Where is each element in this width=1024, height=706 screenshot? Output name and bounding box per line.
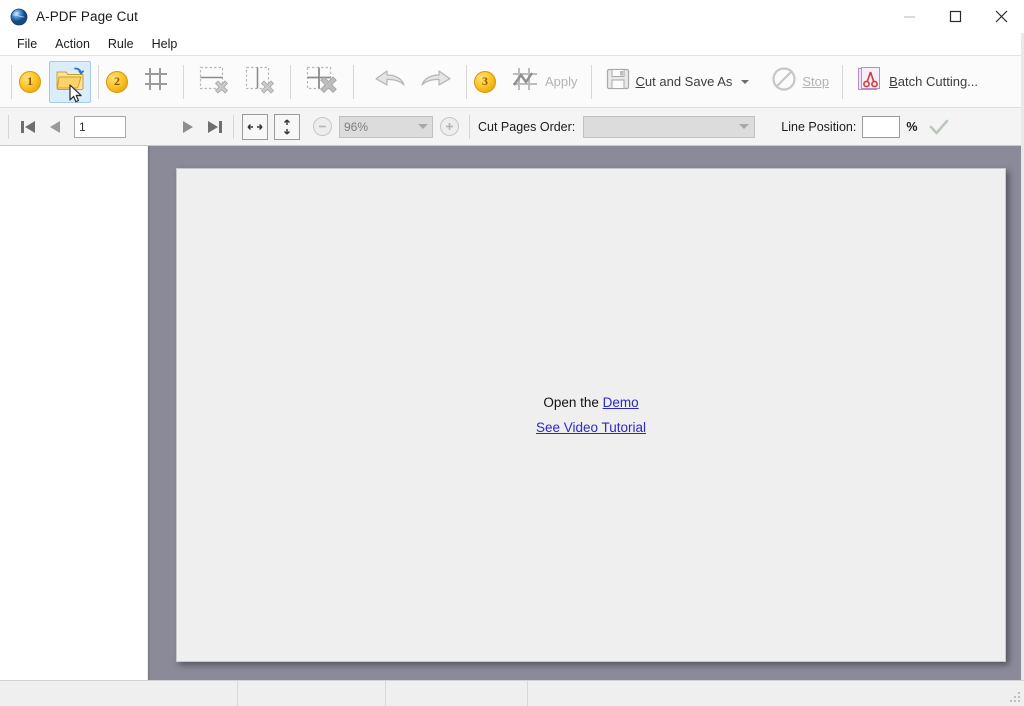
batch-cutting-icon xyxy=(856,65,884,98)
stop-label: Stop xyxy=(802,74,830,89)
step-1-badge: 1 xyxy=(19,70,41,93)
cut-pages-order-label: Cut Pages Order: xyxy=(478,119,576,134)
grid-icon xyxy=(142,65,170,98)
delete-horizontal-line-button[interactable] xyxy=(191,61,237,103)
page-number-input[interactable] xyxy=(74,115,126,138)
open-file-button[interactable] xyxy=(49,60,91,103)
chevron-down-icon[interactable] xyxy=(741,79,750,84)
video-tutorial-link[interactable]: See Video Tutorial xyxy=(536,420,646,435)
zoom-level-value: 96% xyxy=(344,119,369,134)
menu-item-action[interactable]: Action xyxy=(46,35,99,53)
stop-button[interactable]: Stop xyxy=(765,61,835,103)
chevron-down-icon xyxy=(418,124,428,129)
toolbar-separator xyxy=(8,114,9,139)
redo-button[interactable] xyxy=(413,61,459,103)
toolbar-separator xyxy=(98,64,99,99)
previous-page-button[interactable] xyxy=(41,113,68,141)
toolbar-separator xyxy=(469,114,470,139)
open-demo-line: Open the Demo xyxy=(536,395,646,410)
chevron-down-icon xyxy=(739,124,750,129)
minimize-icon[interactable] xyxy=(886,0,932,33)
resize-grip-icon[interactable] xyxy=(1008,690,1022,704)
apply-button[interactable]: Apply xyxy=(504,61,584,103)
cut-pages-order-select[interactable] xyxy=(583,115,756,138)
toolbar-separator xyxy=(11,64,12,99)
status-cell-2 xyxy=(238,681,386,706)
last-page-button[interactable] xyxy=(201,113,228,141)
undo-button[interactable] xyxy=(367,61,413,103)
add-grid-lines-button[interactable] xyxy=(136,61,176,103)
line-position-input[interactable] xyxy=(862,115,901,138)
delete-all-lines-button[interactable] xyxy=(298,61,346,103)
fit-width-button[interactable] xyxy=(242,113,268,140)
status-cell-3 xyxy=(386,681,528,706)
menu-item-file[interactable]: File xyxy=(8,35,46,53)
line-position-label: Line Position: xyxy=(781,119,857,134)
maximize-icon[interactable] xyxy=(932,0,978,33)
menu-item-rule[interactable]: Rule xyxy=(99,35,143,53)
zoom-out-button[interactable] xyxy=(313,117,332,136)
toolbar-separator xyxy=(590,64,592,99)
content-area: Open the Demo See Video Tutorial xyxy=(0,146,1024,680)
zoom-level-select[interactable]: 96% xyxy=(339,115,433,138)
delete-vertical-line-button[interactable] xyxy=(237,61,283,103)
next-page-button[interactable] xyxy=(174,113,201,141)
redo-icon xyxy=(419,65,453,98)
stop-icon xyxy=(771,66,797,97)
video-tutorial-line: See Video Tutorial xyxy=(536,420,646,435)
open-the-text: Open the xyxy=(543,395,599,410)
toolbar-separator xyxy=(842,64,844,99)
step-3-badge: 3 xyxy=(474,70,496,93)
toolbar-separator xyxy=(233,114,234,139)
menu-item-help[interactable]: Help xyxy=(143,35,187,53)
main-toolbar: 1 2 3 Apply Cut and Save As Stop Batch C… xyxy=(0,56,1024,108)
save-disk-icon xyxy=(605,66,631,97)
delete-all-lines-icon xyxy=(304,64,340,99)
apply-icon xyxy=(510,65,540,98)
toolbar-separator xyxy=(290,64,291,99)
first-page-button[interactable] xyxy=(14,113,41,141)
toolbar-separator xyxy=(353,64,354,99)
thumbnail-sidebar[interactable] xyxy=(0,146,148,680)
delete-horizontal-line-icon xyxy=(197,64,231,99)
demo-link[interactable]: Demo xyxy=(603,395,639,410)
batch-cutting-label: Batch Cutting... xyxy=(889,74,979,89)
step-2-badge: 2 xyxy=(106,70,128,93)
viewer-canvas: Open the Demo See Video Tutorial xyxy=(176,168,1006,662)
toolbar-separator xyxy=(466,64,467,99)
cut-and-save-as-label: Cut and Save As xyxy=(635,74,733,89)
apply-label: Apply xyxy=(545,74,578,89)
zoom-in-button[interactable] xyxy=(440,117,459,136)
close-icon[interactable] xyxy=(978,0,1024,33)
navigation-toolbar: 96% Cut Pages Order: Line Position: % xyxy=(0,108,1024,146)
title-bar: A-PDF Page Cut xyxy=(0,0,1024,33)
undo-icon xyxy=(373,65,407,98)
window-title: A-PDF Page Cut xyxy=(36,9,138,24)
window-controls xyxy=(886,0,1024,33)
status-cell-1 xyxy=(0,681,238,706)
toolbar-separator xyxy=(183,64,184,99)
batch-cutting-button[interactable]: Batch Cutting... xyxy=(850,61,984,103)
delete-vertical-line-icon xyxy=(243,64,277,99)
application-window: A-PDF Page Cut File Action Rule Help 1 2… xyxy=(0,0,1024,706)
open-folder-icon xyxy=(55,66,85,97)
cut-and-save-as-button[interactable]: Cut and Save As xyxy=(599,61,756,103)
globe-icon xyxy=(10,8,28,26)
fit-height-button[interactable] xyxy=(274,113,300,140)
document-viewer[interactable]: Open the Demo See Video Tutorial xyxy=(148,146,1024,680)
pdf-page[interactable]: Open the Demo See Video Tutorial xyxy=(176,168,1006,662)
status-cell-4 xyxy=(528,681,1024,706)
confirm-line-position-button[interactable] xyxy=(925,113,952,141)
menu-bar: File Action Rule Help xyxy=(0,33,1024,56)
page-placeholder-links: Open the Demo See Video Tutorial xyxy=(536,395,646,435)
percent-label: % xyxy=(906,119,918,134)
status-bar xyxy=(0,680,1024,706)
